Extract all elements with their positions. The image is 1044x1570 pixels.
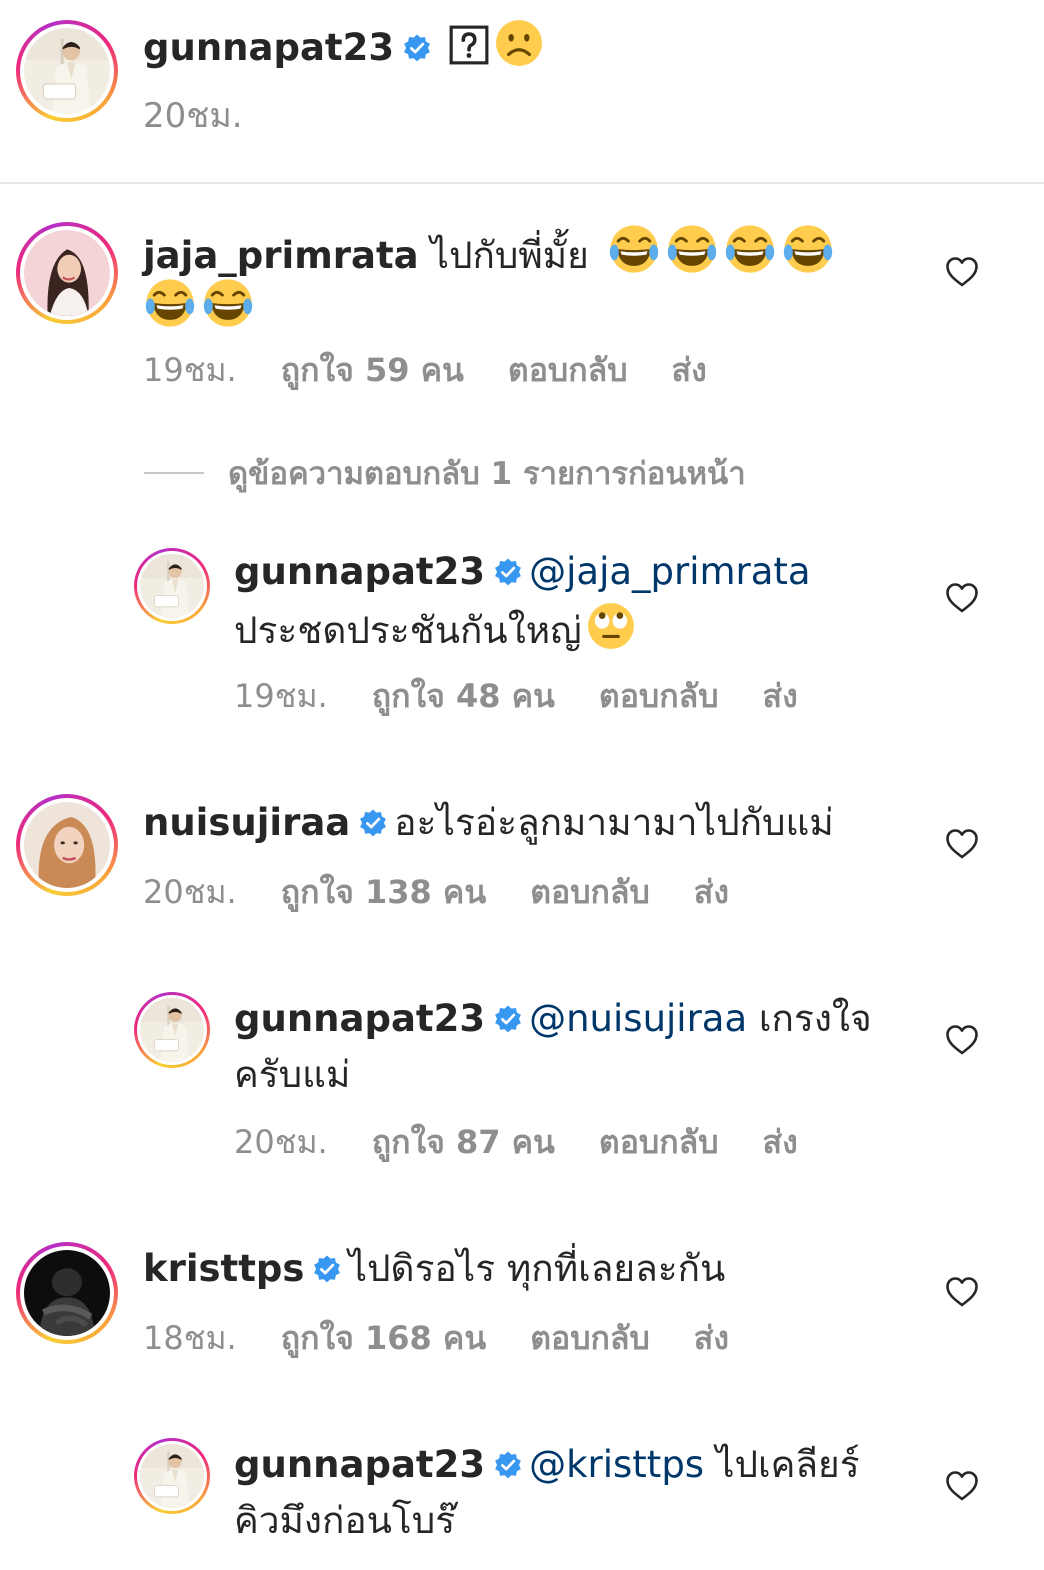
comment-time: 19ชม. [143, 351, 237, 389]
view-replies-label[interactable]: ดูข้อความตอบกลับ 1 รายการก่อนหน้า [228, 456, 746, 492]
like-heart-icon[interactable] [945, 828, 979, 860]
laughing-tears-icon [201, 276, 255, 330]
reply-likes[interactable]: ถูกใจ 48 คน [372, 676, 555, 716]
emoji-row [607, 234, 839, 277]
like-heart-icon[interactable] [945, 1470, 979, 1502]
commenter-avatar-krist[interactable] [16, 1242, 118, 1344]
send-button[interactable]: ส่ง [694, 872, 729, 912]
reply-meta: 19ชม. ถูกใจ 48 คน ตอบกลับ ส่ง [234, 676, 842, 716]
laughing-tears-icon [607, 222, 661, 276]
reply-text-line2: ประชดประชันกันใหญ่ [234, 601, 640, 658]
comment-username[interactable]: nuisujiraa [143, 801, 350, 844]
commenter-avatar-jaja[interactable] [16, 222, 118, 324]
reply-body: ไปเคลียร์ [715, 1443, 860, 1486]
reply-button[interactable]: ตอบกลับ [599, 676, 719, 716]
comment-likes[interactable]: ถูกใจ 168 คน [281, 1318, 486, 1358]
laughing-tears-icon [665, 222, 719, 276]
comment-emoji-line [143, 276, 259, 337]
view-previous-replies[interactable]: ดูข้อความตอบกลับ 1 รายการก่อนหน้า [144, 448, 746, 498]
comment-likes[interactable]: ถูกใจ 138 คน [281, 872, 486, 912]
verified-badge-icon [493, 1004, 523, 1034]
reply-button[interactable]: ตอบกลับ [530, 872, 650, 912]
reply-text-line2: ครับแม่ [234, 1048, 350, 1102]
comment-text: nuisujiraa อะไรอ่ะลูกมามามาไปกับแม่ [143, 796, 834, 850]
send-button[interactable]: ส่ง [763, 1122, 798, 1162]
comment-time: 20ชม. [143, 873, 237, 911]
reply-button[interactable]: ตอบกลับ [530, 1318, 650, 1358]
post-author-line: gunnapat23 [143, 18, 548, 75]
reply-body-line2: ครับแม่ [234, 1053, 351, 1096]
reply-username[interactable]: gunnapat23 [234, 1443, 485, 1486]
reply-username[interactable]: gunnapat23 [234, 550, 485, 593]
comment-text: jaja_primrata ไปกับพี่มั้ย [143, 222, 839, 283]
comment-body: ไปดิรอไร ทุกที่เลยละกัน [348, 1247, 726, 1290]
reply-body: ประชดประชันกันใหญ่ [234, 609, 582, 652]
question-box-icon [448, 24, 490, 66]
post-author-avatar[interactable] [16, 20, 118, 122]
reply-text: gunnapat23 @jaja_primrata [234, 545, 811, 599]
commenter-avatar-nui[interactable] [16, 794, 118, 896]
reply-mention[interactable]: @jaja_primrata [529, 550, 811, 593]
reply-avatar[interactable] [134, 992, 210, 1068]
reply-time: 19ชม. [234, 677, 328, 715]
reply-button[interactable]: ตอบกลับ [508, 350, 628, 390]
verified-badge-icon [358, 808, 388, 838]
reply-body-line2: คิวมึงก่อนโบร๊ [234, 1499, 456, 1542]
frowning-face-icon [494, 18, 544, 68]
reply-mention[interactable]: @kristtps [529, 1443, 704, 1486]
laughing-tears-icon [723, 222, 777, 276]
verified-badge-icon [402, 33, 432, 63]
reply-likes[interactable]: ถูกใจ 87 คน [372, 1122, 555, 1162]
comment-body: อะไรอ่ะลูกมามามาไปกับแม่ [394, 801, 834, 844]
like-heart-icon[interactable] [945, 1276, 979, 1308]
verified-badge-icon [312, 1254, 342, 1284]
replies-dash [144, 472, 204, 474]
reply-meta: 20ชม. ถูกใจ 87 คน ตอบกลับ ส่ง [234, 1122, 842, 1162]
comment-body: ไปกับพี่มั้ย [430, 234, 589, 277]
reply-text-line2: คิวมึงก่อนโบร๊ [234, 1494, 455, 1548]
comment-meta: 19ชม. ถูกใจ 59 คน ตอบกลับ ส่ง [143, 350, 751, 390]
reply-username[interactable]: gunnapat23 [234, 997, 485, 1040]
comment-time: 18ชม. [143, 1319, 237, 1357]
send-button[interactable]: ส่ง [694, 1318, 729, 1358]
laughing-tears-icon [143, 276, 197, 330]
reply-time: 20ชม. [234, 1123, 328, 1161]
like-heart-icon[interactable] [945, 1024, 979, 1056]
reply-body: เกรงใจ [758, 997, 872, 1040]
reply-text: gunnapat23 @nuisujiraa เกรงใจ [234, 992, 872, 1046]
like-heart-icon[interactable] [945, 256, 979, 288]
comment-meta: 20ชม. ถูกใจ 138 คน ตอบกลับ ส่ง [143, 872, 773, 912]
reply-text: gunnapat23 @kristtps ไปเคลียร์ [234, 1438, 860, 1492]
header-divider [0, 182, 1044, 184]
verified-badge-icon [493, 1450, 523, 1480]
post-time: 20ชม. [143, 96, 243, 136]
reply-mention[interactable]: @nuisujiraa [529, 997, 747, 1040]
eye-roll-icon [586, 601, 636, 651]
comment-text: kristtps ไปดิรอไร ทุกที่เลยละกัน [143, 1242, 725, 1296]
reply-avatar[interactable] [134, 1438, 210, 1514]
comment-meta: 18ชม. ถูกใจ 168 คน ตอบกลับ ส่ง [143, 1318, 773, 1358]
verified-badge-icon [493, 557, 523, 587]
comment-username[interactable]: jaja_primrata [143, 234, 419, 277]
comment-likes[interactable]: ถูกใจ 59 คน [281, 350, 464, 390]
reply-button[interactable]: ตอบกลับ [599, 1122, 719, 1162]
like-heart-icon[interactable] [945, 582, 979, 614]
post-author-username[interactable]: gunnapat23 [143, 26, 394, 69]
laughing-tears-icon [781, 222, 835, 276]
reply-avatar[interactable] [134, 548, 210, 624]
send-button[interactable]: ส่ง [672, 350, 707, 390]
comment-username[interactable]: kristtps [143, 1247, 304, 1290]
send-button[interactable]: ส่ง [763, 676, 798, 716]
